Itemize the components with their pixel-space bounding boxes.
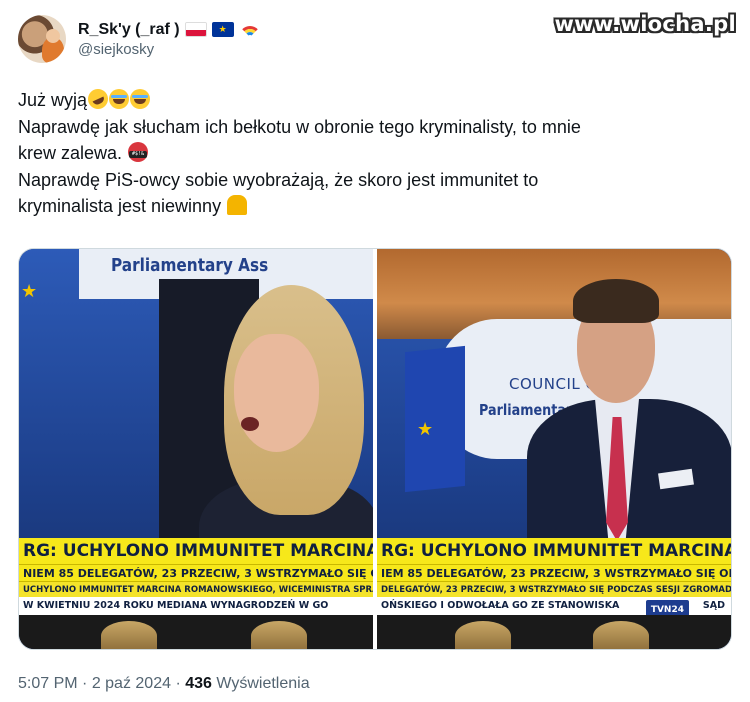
post-time[interactable]: 5:07 PM [18,675,78,692]
channel-logo: TVN24 [645,600,689,615]
news-ticker-line: IEM 85 DELEGATÓW, 23 PRZECIW, 3 WSTRZYMA… [377,564,731,581]
ticker-tail: SĄD [702,600,725,611]
news-ticker-line: UCHYLONO IMMUNITET MARCINA ROMANOWSKIEGO… [19,581,373,597]
eu-star-icon: ★ [417,419,434,439]
joy-emoji-icon [109,89,130,109]
watermark: www.wiocha.pl [554,12,736,36]
lamp [593,621,649,649]
woman-mouth [241,417,259,431]
avatar[interactable] [18,15,66,63]
tweet-line: krew zalewa. [18,140,718,167]
tweet-line: kryminalista jest niewinny [18,193,718,220]
views-count: 436 [185,675,212,692]
tweet-line: Naprawdę PiS-owcy sobie wyobrażają, że s… [18,169,539,190]
news-ticker-line: NIEM 85 DELEGATÓW, 23 PRZECIW, 3 WSTRZYM… [19,564,373,581]
woman-face [234,334,319,452]
rainbow-icon [238,22,261,37]
tv-bezel [377,615,731,649]
person-emoji-icon [227,195,248,215]
lamp [251,621,307,649]
news-ticker-line: W KWIETNIU 2024 ROKU MEDIANA WYNAGRODZEŃ… [19,597,373,615]
news-ticker-headline: RG: UCHYLONO IMMUNITET MARCINA ROMANOWSK… [377,538,731,564]
photo-right[interactable]: COUNCIL OF Parliamentary Ass ★ RG: UCHYL… [377,249,731,649]
news-ticker-headline: RG: UCHYLONO IMMUNITET MARCINA ROMANOWS [19,538,373,564]
rofl-emoji-icon [84,85,112,113]
eu-star-icon: ★ [21,281,38,301]
name-row: R_Sk'y (_raf ) ★ [78,21,261,39]
flag-eu-icon: ★ [211,22,234,37]
tweet-text-segment: Już wyją [18,90,88,110]
tweet-line: Naprawdę jak słucham ich bełkotu w obron… [18,116,581,137]
tv-bezel [19,615,373,649]
eu-flag-icon [405,345,465,493]
user-handle[interactable]: @siejkosky [78,41,261,58]
views-label: Wyświetlenia [216,675,310,692]
man-hair [573,279,659,323]
tweet-meta: 5:07 PM · 2 paź 2024 · 436 Wyświetlenia [18,675,310,692]
flag-poland-icon [184,22,207,37]
banner-text: Parliamentary Ass [111,255,269,276]
news-ticker-line: OŃSKIEGO I ODWOŁAŁA GO ZE STANOWISKA TVN… [377,597,731,615]
post-date[interactable]: 2 paź 2024 [92,675,171,692]
media-grid: Parliamentary Ass ★ RG: UCHYLONO IMMUNIT… [18,248,732,650]
photo-left[interactable]: Parliamentary Ass ★ RG: UCHYLONO IMMUNIT… [19,249,373,649]
tweet-header: R_Sk'y (_raf ) ★ @siejkosky [18,15,261,63]
tweet-text-segment: kryminalista jest niewinny [18,196,222,216]
ticker-text: OŃSKIEGO I ODWOŁAŁA GO ZE STANOWISKA [381,600,620,611]
display-name[interactable]: R_Sk'y (_raf ) [78,21,180,39]
joy-emoji-icon [130,89,151,109]
news-ticker-line: DELEGATÓW, 23 PRZECIW, 3 WSTRZYMAŁO SIĘ … [377,581,731,597]
author-block: R_Sk'y (_raf ) ★ @siejkosky [78,21,261,58]
tweet-text-segment: krew zalewa. [18,143,123,163]
cursing-face-emoji-icon [128,142,149,162]
tweet-text: Już wyją Naprawdę jak słucham ich bełkot… [18,85,718,220]
avatar-child-face [46,29,60,43]
tweet-line: Już wyją [18,85,718,114]
lamp [455,621,511,649]
lamp [101,621,157,649]
